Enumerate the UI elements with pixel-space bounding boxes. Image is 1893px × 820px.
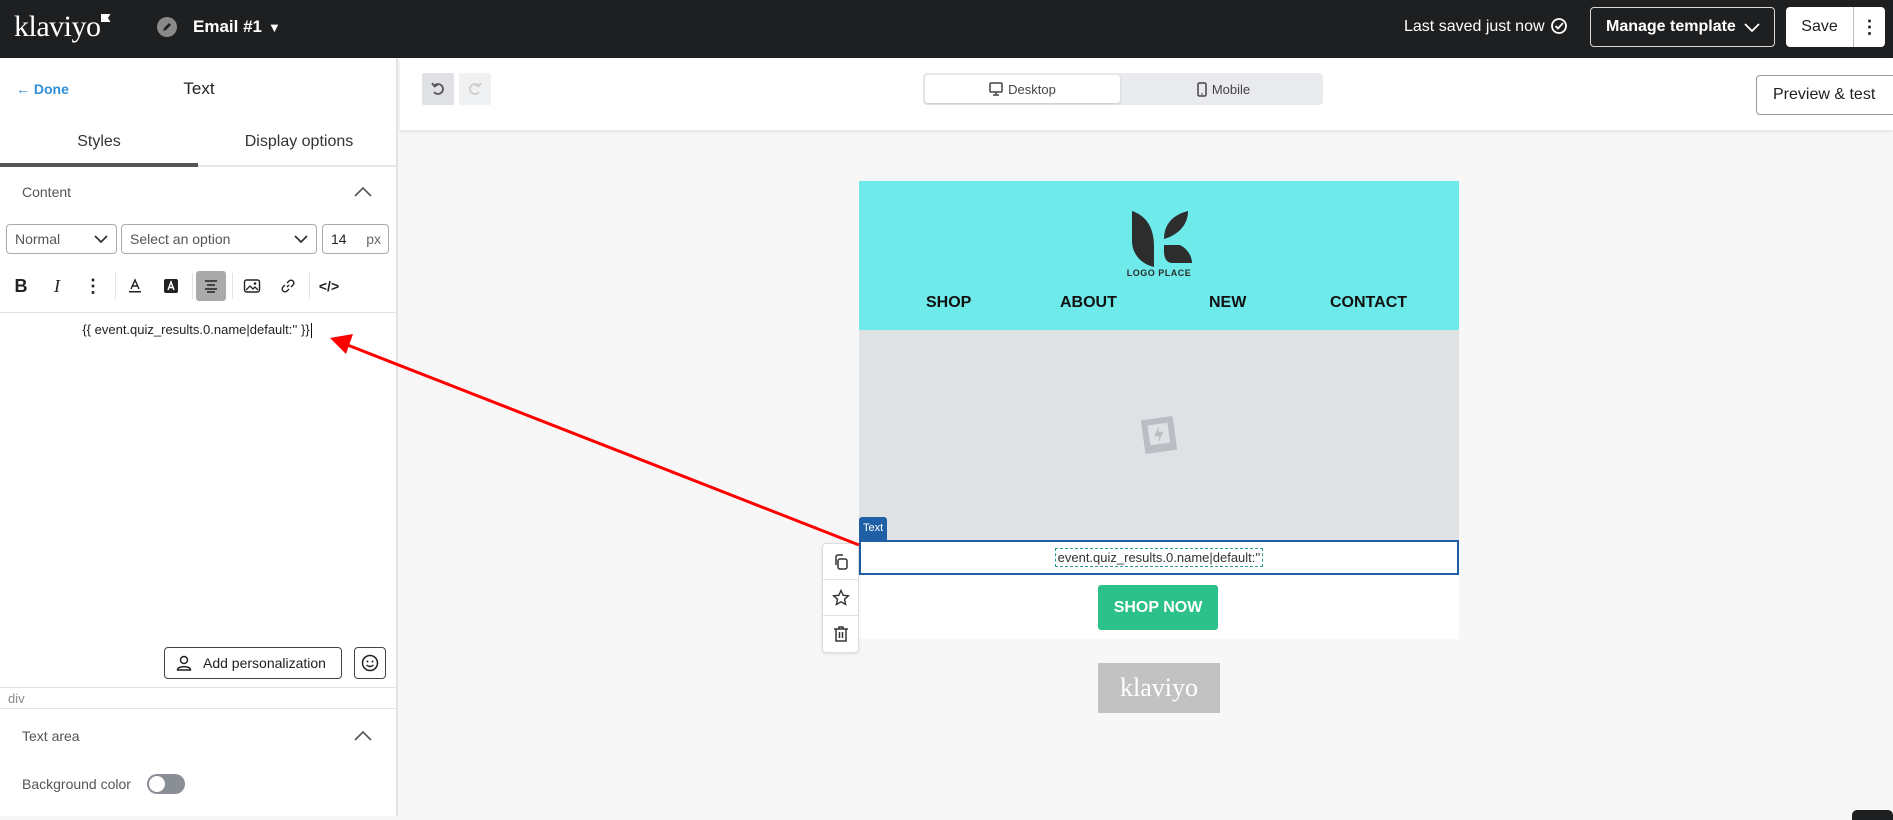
check-circle-icon — [1551, 18, 1567, 34]
chevron-down-icon — [1744, 23, 1760, 33]
image-placeholder-icon — [1140, 415, 1178, 455]
mobile-view-button[interactable]: Mobile — [1126, 75, 1321, 103]
align-center-icon[interactable] — [196, 271, 226, 301]
email-header-block[interactable]: LOGO PLACE SHOP ABOUT NEW CONTACT — [859, 181, 1459, 330]
person-icon — [176, 655, 192, 671]
undo-button[interactable] — [422, 73, 454, 105]
footer-klaviyo-logo: klaviyo — [1098, 663, 1220, 713]
block-type-tag: Text — [859, 517, 888, 541]
editor-divider — [0, 312, 398, 313]
font-size-input[interactable]: 14 px — [322, 224, 389, 254]
redo-icon — [469, 82, 482, 95]
redo-button[interactable] — [459, 73, 491, 105]
tab-display-options[interactable]: Display options — [200, 129, 398, 167]
more-options-icon[interactable]: ⋮ — [1853, 7, 1885, 47]
toolbar-divider — [232, 273, 233, 299]
manage-template-label: Manage template — [1606, 18, 1736, 35]
flag-icon — [100, 14, 111, 22]
preview-test-button[interactable]: Preview & test — [1756, 75, 1893, 115]
text-color-icon[interactable] — [120, 271, 150, 301]
mobile-label: Mobile — [1211, 81, 1251, 97]
text-cursor — [310, 323, 312, 339]
toolbar-divider — [192, 273, 193, 299]
hero-image-block[interactable] — [859, 330, 1459, 540]
canvas-toolbar: Desktop Mobile Preview & test — [400, 58, 1893, 130]
selected-text-block[interactable]: Text event.quiz_results.0.name|default:'… — [859, 517, 1459, 575]
more-vertical-icon[interactable]: ⋮ — [78, 271, 108, 301]
save-button[interactable]: Save — [1786, 7, 1853, 47]
brand-name: LOGO PLACE — [1126, 268, 1192, 278]
logo-text: klaviyo — [14, 10, 101, 43]
top-bar: klaviyo Email #1 ▼ Last saved just now M… — [0, 0, 1893, 58]
text-toolbar: B I ⋮ </> — [0, 267, 398, 307]
chevron-up-icon[interactable] — [354, 730, 372, 742]
nav-link-contact[interactable]: CONTACT — [1330, 294, 1407, 312]
add-personalization-label: Add personalization — [203, 655, 326, 671]
font-size-value: 14 — [331, 231, 347, 247]
image-icon[interactable] — [237, 271, 267, 301]
italic-icon[interactable]: I — [42, 271, 72, 301]
shop-now-button[interactable]: SHOP NOW — [1098, 585, 1218, 630]
toolbar-divider — [115, 273, 116, 299]
element-path[interactable]: div — [0, 687, 398, 709]
emoji-button[interactable] — [354, 647, 386, 679]
add-personalization-button[interactable]: Add personalization — [164, 647, 342, 679]
link-icon[interactable] — [273, 271, 303, 301]
edit-name-icon[interactable] — [157, 17, 177, 37]
chevron-up-icon[interactable] — [354, 186, 372, 198]
manage-template-button[interactable]: Manage template — [1590, 7, 1775, 47]
source-code-icon[interactable]: </> — [314, 271, 344, 301]
properties-panel: ← Done Text Styles Display options Conte… — [0, 58, 398, 816]
background-color-label: Background color — [22, 776, 131, 792]
font-family-placeholder: Select an option — [130, 231, 231, 247]
duplicate-icon[interactable] — [823, 544, 858, 580]
star-icon[interactable] — [823, 580, 858, 616]
save-status: Last saved just now — [1404, 18, 1545, 35]
bold-icon[interactable]: B — [6, 271, 36, 301]
merge-tag[interactable]: event.quiz_results.0.name|default:'' — [1054, 548, 1264, 567]
caret-down-icon[interactable]: ▼ — [268, 20, 281, 35]
toolbar-divider — [309, 273, 310, 299]
font-family-select[interactable]: Select an option — [121, 224, 317, 254]
nav-link-shop[interactable]: SHOP — [926, 294, 971, 312]
desktop-label: Desktop — [1008, 81, 1056, 97]
email-preview: LOGO PLACE SHOP ABOUT NEW CONTACT Text e… — [859, 181, 1459, 639]
format-select[interactable]: Normal — [6, 224, 117, 254]
nav-link-about[interactable]: ABOUT — [1060, 294, 1117, 312]
content-section-header[interactable]: Content — [22, 184, 71, 200]
panel-title: Text — [183, 79, 215, 98]
chevron-down-icon — [294, 235, 308, 244]
undo-icon — [431, 82, 444, 95]
klaviyo-logo[interactable]: klaviyo — [14, 10, 111, 44]
help-widget[interactable] — [1852, 810, 1893, 820]
brand-logo-icon — [1132, 211, 1192, 267]
trash-icon[interactable] — [823, 616, 858, 652]
format-select-value: Normal — [15, 231, 61, 247]
smiley-icon — [361, 654, 379, 672]
nav-link-new[interactable]: NEW — [1209, 294, 1246, 312]
background-color-toggle[interactable] — [147, 774, 185, 794]
chevron-down-icon — [94, 235, 108, 244]
button-block: SHOP NOW — [859, 575, 1459, 639]
tab-styles[interactable]: Styles — [0, 129, 198, 167]
highlight-color-icon[interactable] — [156, 271, 186, 301]
block-actions — [822, 543, 859, 653]
font-size-unit: px — [366, 231, 381, 247]
email-title[interactable]: Email #1 — [193, 17, 262, 37]
desktop-view-button[interactable]: Desktop — [925, 75, 1120, 103]
text-editor[interactable]: {{ event.quiz_results.0.name|default:'' … — [0, 322, 398, 339]
mobile-icon — [1197, 81, 1207, 97]
panel-tabs: Styles Display options — [0, 129, 398, 167]
desktop-icon — [989, 82, 1003, 96]
annotation-arrow-line — [344, 342, 860, 547]
device-toggle: Desktop Mobile — [923, 73, 1323, 105]
text-area-section-header[interactable]: Text area — [22, 728, 80, 744]
editor-content: {{ event.quiz_results.0.name|default:'' … — [82, 322, 310, 337]
